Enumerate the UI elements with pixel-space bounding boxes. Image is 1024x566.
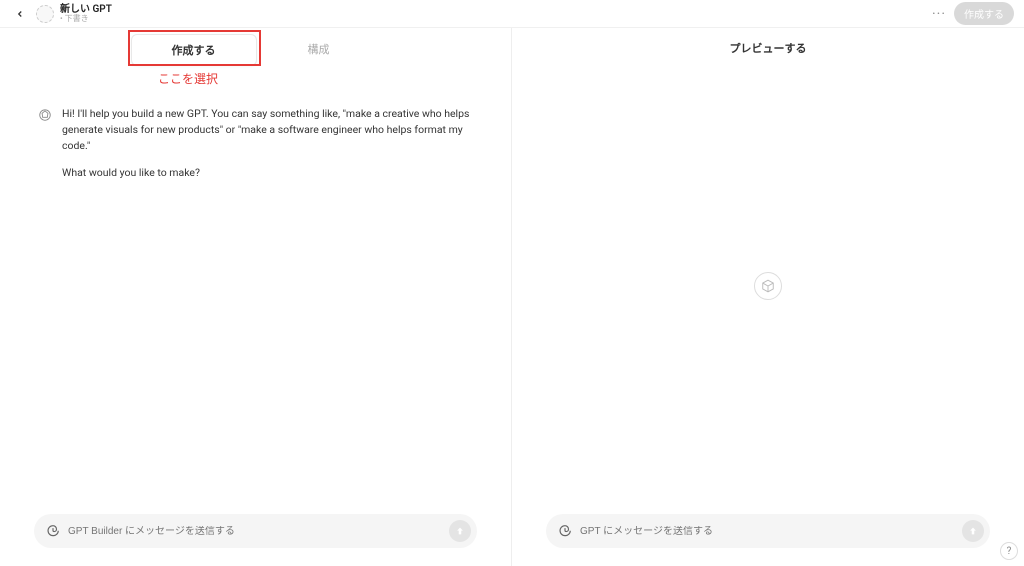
help-button[interactable]: ?	[1000, 542, 1018, 560]
attachment-icon[interactable]	[558, 524, 572, 538]
assistant-text-1: Hi! I'll help you build a new GPT. You c…	[62, 106, 473, 153]
cube-icon	[761, 279, 775, 293]
preview-title: プレビューする	[512, 28, 1024, 68]
builder-panel: 作成する 構成 ここを選択 Hi! I'll help you build a …	[0, 28, 512, 566]
assistant-message-body: Hi! I'll help you build a new GPT. You c…	[62, 106, 473, 193]
builder-tabs: 作成する 構成	[131, 34, 381, 66]
preview-message-input[interactable]	[580, 526, 954, 537]
tab-configure[interactable]: 構成	[257, 34, 381, 66]
assistant-text-2: What would you like to make?	[62, 165, 473, 181]
create-gpt-button[interactable]: 作成する	[954, 2, 1014, 25]
preview-body	[512, 68, 1024, 504]
app-header: 新しい GPT • 下書き ··· 作成する	[0, 0, 1024, 28]
annotation-label: ここを選択	[158, 70, 218, 87]
draft-status: • 下書き	[60, 15, 112, 24]
arrow-up-icon	[968, 526, 978, 536]
builder-input-box[interactable]	[34, 514, 477, 548]
header-left: 新しい GPT • 下書き	[10, 4, 112, 24]
openai-icon	[38, 108, 52, 122]
tab-create[interactable]: 作成する	[131, 34, 257, 66]
assistant-message: Hi! I'll help you build a new GPT. You c…	[38, 106, 473, 193]
builder-message-input[interactable]	[68, 526, 441, 537]
preview-panel: プレビューする ?	[512, 28, 1024, 566]
header-right: ··· 作成する	[932, 2, 1014, 25]
back-button[interactable]	[10, 4, 30, 24]
gpt-avatar-placeholder[interactable]	[36, 5, 54, 23]
preview-send-button[interactable]	[962, 520, 984, 542]
attachment-icon[interactable]	[46, 524, 60, 538]
main-content: 作成する 構成 ここを選択 Hi! I'll help you build a …	[0, 28, 1024, 566]
header-title-area: 新しい GPT • 下書き	[60, 4, 112, 24]
assistant-icon	[38, 108, 52, 122]
preview-input-row	[512, 504, 1024, 566]
builder-input-row	[0, 504, 511, 566]
builder-send-button[interactable]	[449, 520, 471, 542]
more-button[interactable]: ···	[932, 6, 946, 22]
preview-input-box[interactable]	[546, 514, 990, 548]
arrow-up-icon	[455, 526, 465, 536]
chevron-left-icon	[15, 9, 25, 19]
page-title: 新しい GPT	[60, 4, 112, 15]
chat-area: Hi! I'll help you build a new GPT. You c…	[0, 66, 511, 504]
preview-empty-icon	[754, 272, 782, 300]
